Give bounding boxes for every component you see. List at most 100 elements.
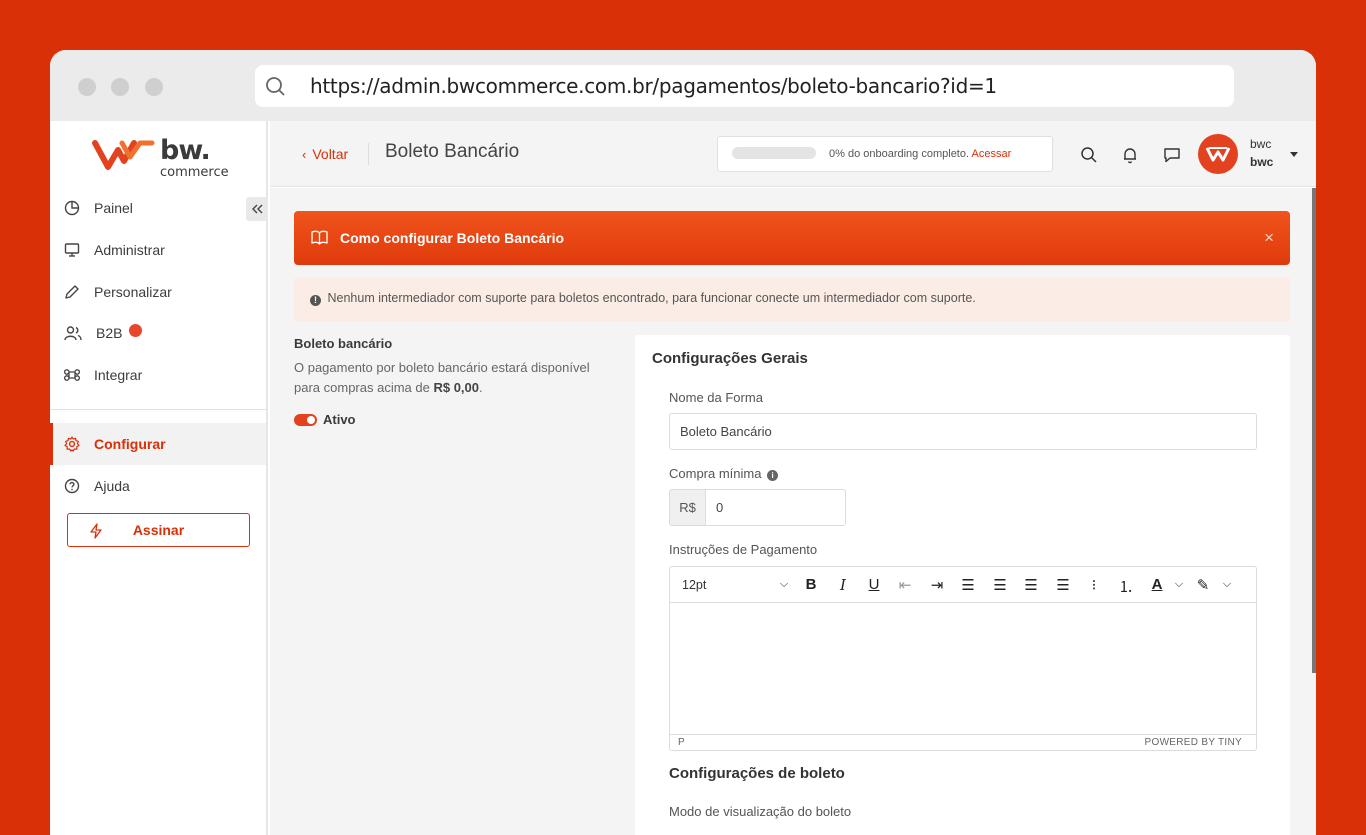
message-icon[interactable] xyxy=(1163,146,1181,164)
name-field[interactable]: Boleto Bancário xyxy=(669,413,1257,450)
user-company[interactable]: bwc xyxy=(1250,155,1273,169)
outdent-icon[interactable]: ⇤ xyxy=(895,576,915,594)
active-toggle[interactable] xyxy=(294,414,317,426)
window-minimize-dot[interactable] xyxy=(111,78,129,96)
name-label: Nome da Forma xyxy=(669,390,763,405)
logo-text: bw. xyxy=(160,135,211,166)
sidebar-item-label: Configurar xyxy=(94,436,166,452)
sidebar-divider xyxy=(50,409,266,410)
bell-icon[interactable] xyxy=(1121,146,1139,164)
chevron-down-icon[interactable]: ⌵ xyxy=(1169,578,1189,591)
onboarding-link[interactable]: Acessar xyxy=(972,148,1012,160)
min-purchase-label-text: Compra mínima xyxy=(669,466,762,481)
powered-by-link[interactable]: POWERED BY TINY xyxy=(1145,737,1242,748)
new-badge-icon xyxy=(129,323,143,337)
back-link[interactable]: ‹ Voltar xyxy=(302,146,348,162)
highlight-icon[interactable]: ✎ xyxy=(1193,576,1213,594)
scrollbar[interactable] xyxy=(1312,188,1316,673)
sidebar-item-personalizar[interactable]: Personalizar xyxy=(50,271,266,313)
onboarding-status: 0% do onboarding completo. xyxy=(829,148,970,160)
user-name[interactable]: bwc xyxy=(1250,137,1271,151)
section-title: Configurações Gerais xyxy=(652,350,808,367)
onboarding-text: 0% do onboarding completo. Acessar xyxy=(829,148,1011,160)
main-content: Como configurar Boleto Bancário × ! Nenh… xyxy=(270,188,1316,835)
method-title: Boleto bancário xyxy=(294,336,393,351)
subscribe-button[interactable]: Assinar xyxy=(67,513,250,547)
warning-alert: ! Nenhum intermediador com suporte para … xyxy=(294,277,1290,322)
sidebar-item-integrar[interactable]: Integrar xyxy=(50,354,266,396)
lightning-icon xyxy=(90,523,102,539)
indent-icon[interactable]: ⇥ xyxy=(927,576,947,594)
min-purchase-field[interactable]: 0 xyxy=(705,489,846,526)
bullet-list-icon[interactable]: ⁝ xyxy=(1084,576,1104,594)
italic-icon[interactable]: I xyxy=(833,576,853,594)
caret-down-icon[interactable] xyxy=(1290,152,1298,157)
top-bar: ‹ Voltar Boleto Bancário 0% do onboarding… xyxy=(270,121,1316,187)
chevron-down-icon[interactable]: ⌵ xyxy=(1217,578,1237,591)
sidebar-item-label: Administrar xyxy=(94,242,165,258)
info-icon[interactable]: i xyxy=(767,470,779,481)
sidebar-item-label: Personalizar xyxy=(94,284,172,300)
align-right-icon[interactable]: ☰ xyxy=(1021,576,1041,594)
monitor-icon xyxy=(64,243,80,257)
pencil-icon xyxy=(65,285,79,299)
address-bar[interactable]: https://admin.bwcommerce.com.br/pagament… xyxy=(255,65,1234,107)
sidebar: bw. commerce Painel Administrar Personal… xyxy=(50,121,268,835)
sidebar-item-ajuda[interactable]: Ajuda xyxy=(50,465,266,507)
sidebar-item-label: Painel xyxy=(94,200,133,216)
font-size-select[interactable]: 12pt xyxy=(682,578,706,592)
brand-logo[interactable]: bw. commerce xyxy=(92,135,232,180)
onboarding-progress: 0% do onboarding completo. Acessar xyxy=(717,136,1053,172)
rich-text-editor[interactable]: 12pt ⌵ B I U ⇤ ⇥ ☰ ☰ ☰ ☰ ⁝ ⒈ A ⌵ ✎ ⌵ P P… xyxy=(669,566,1257,751)
url-text: https://admin.bwcommerce.com.br/pagament… xyxy=(310,74,997,98)
align-justify-icon[interactable]: ☰ xyxy=(1053,576,1073,594)
search-icon[interactable] xyxy=(1080,146,1098,164)
title-divider xyxy=(368,143,369,165)
sidebar-item-painel[interactable]: Painel xyxy=(50,187,266,229)
app: bw. commerce Painel Administrar Personal… xyxy=(50,121,1316,835)
sidebar-item-label: B2B xyxy=(96,325,123,341)
align-left-icon[interactable]: ☰ xyxy=(958,576,978,594)
bold-icon[interactable]: B xyxy=(801,576,821,593)
book-icon xyxy=(311,230,328,245)
element-path: P xyxy=(678,737,685,748)
banner-title: Como configurar Boleto Bancário xyxy=(340,230,565,246)
info-icon: ! xyxy=(310,295,321,306)
window-maximize-dot[interactable] xyxy=(145,78,163,96)
active-toggle-label: Ativo xyxy=(323,412,356,427)
search-icon xyxy=(266,77,285,96)
instructions-label: Instruções de Pagamento xyxy=(669,542,818,557)
method-min-value: R$ 0,00 xyxy=(433,380,480,395)
logo-mark-icon xyxy=(1205,147,1231,162)
currency-prefix: R$ xyxy=(669,489,706,526)
gear-icon xyxy=(64,436,80,452)
sidebar-item-configurar[interactable]: Configurar xyxy=(50,423,266,465)
close-icon[interactable]: × xyxy=(1264,228,1274,248)
command-icon xyxy=(64,369,80,381)
sidebar-item-label: Integrar xyxy=(94,367,143,383)
sidebar-item-b2b[interactable]: B2B xyxy=(50,312,266,354)
editor-statusbar: P POWERED BY TINY xyxy=(670,734,1256,750)
chevron-left-icon: ‹ xyxy=(302,147,307,162)
help-circle-icon xyxy=(64,478,80,494)
subscribe-label: Assinar xyxy=(132,522,185,538)
help-banner[interactable]: Como configurar Boleto Bancário × xyxy=(294,211,1290,265)
sidebar-item-administrar[interactable]: Administrar xyxy=(50,229,266,271)
align-center-icon[interactable]: ☰ xyxy=(990,576,1010,594)
alert-text: Nenhum intermediador com suporte para bo… xyxy=(327,291,976,305)
numbered-list-icon[interactable]: ⒈ xyxy=(1116,576,1136,597)
onboarding-progress-bar xyxy=(732,147,816,159)
window-close-dot[interactable] xyxy=(78,78,96,96)
editor-toolbar: 12pt ⌵ B I U ⇤ ⇥ ☰ ☰ ☰ ☰ ⁝ ⒈ A ⌵ ✎ ⌵ xyxy=(670,567,1256,603)
chevron-down-icon[interactable]: ⌵ xyxy=(774,578,794,591)
logo-subtext: commerce xyxy=(160,165,229,180)
logo-mark-icon xyxy=(92,140,155,170)
boleto-section-title: Configurações de boleto xyxy=(669,765,845,782)
pie-chart-icon xyxy=(64,200,80,216)
page-title: Boleto Bancário xyxy=(385,141,520,162)
avatar[interactable] xyxy=(1198,134,1238,174)
back-label: Voltar xyxy=(312,146,349,162)
text-color-icon[interactable]: A xyxy=(1147,576,1167,593)
browser-chrome: https://admin.bwcommerce.com.br/pagament… xyxy=(50,50,1316,121)
underline-icon[interactable]: U xyxy=(864,576,884,593)
